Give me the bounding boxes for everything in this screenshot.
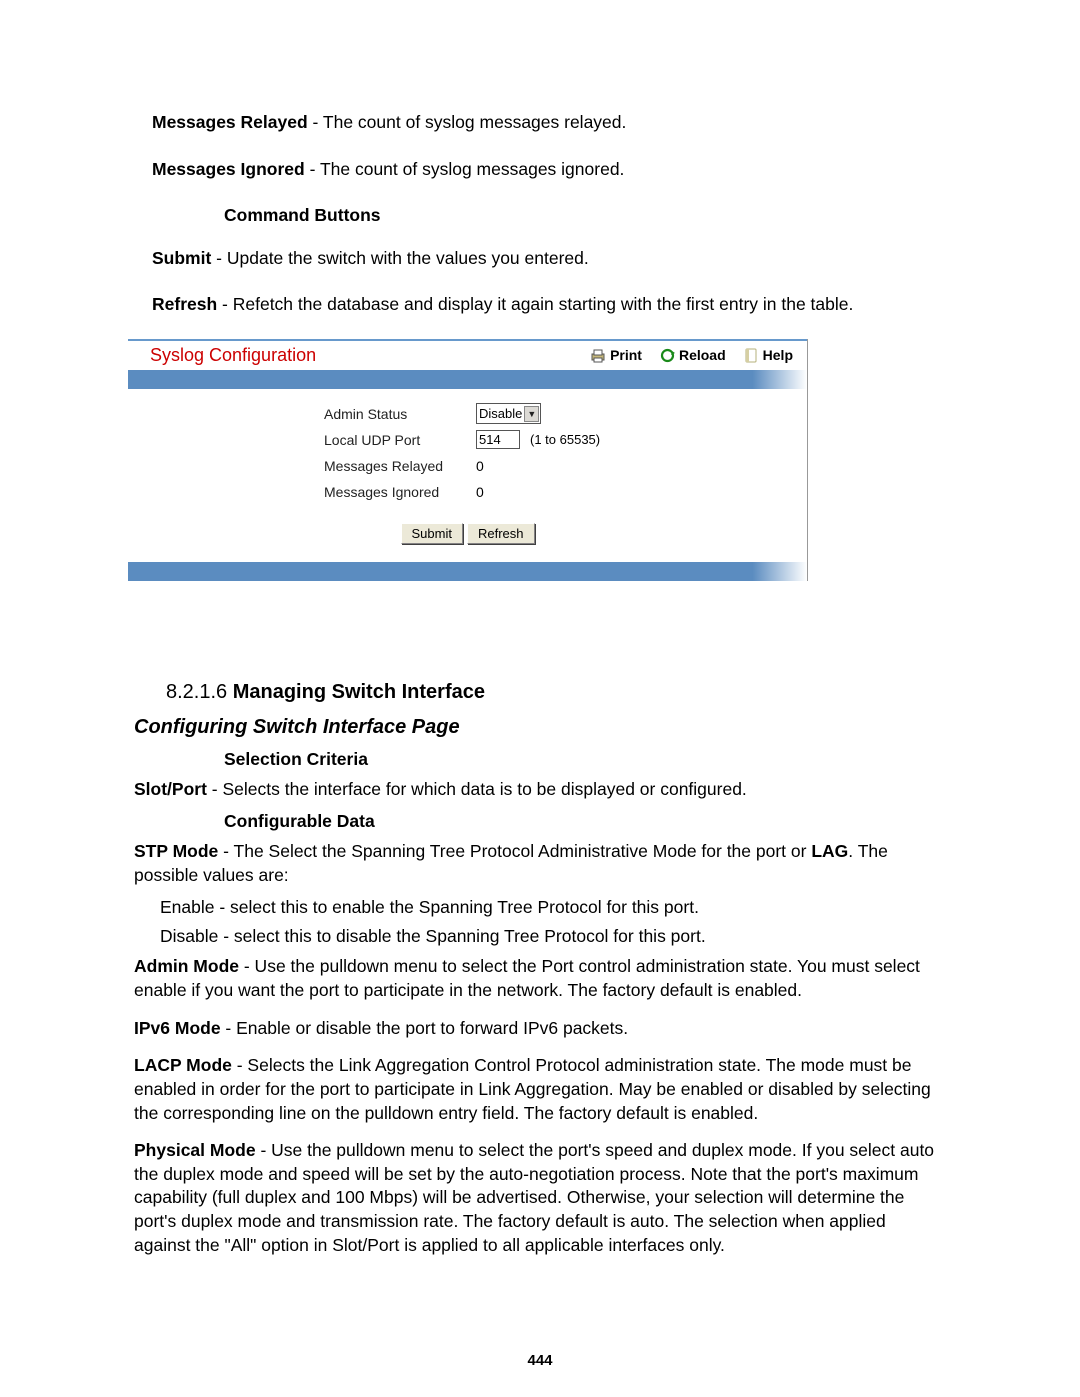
reload-button[interactable]: Reload xyxy=(660,347,726,363)
submit-button[interactable]: Submit xyxy=(401,523,463,544)
lacp-mode-def: LACP Mode - Selects the Link Aggregation… xyxy=(134,1054,946,1125)
term: Refresh xyxy=(152,294,217,314)
term: Physical Mode xyxy=(134,1140,256,1160)
messages-ignored-def: Messages Ignored - The count of syslog m… xyxy=(152,157,928,182)
admin-status-select[interactable]: Disable ▼ xyxy=(476,403,541,424)
selected-value: Disable xyxy=(479,406,524,421)
label: Admin Status xyxy=(324,406,476,422)
configurable-data-heading: Configurable Data xyxy=(224,811,946,832)
label: Help xyxy=(763,347,793,363)
syslog-config-screenshot: Syslog Configuration Print xyxy=(128,339,808,581)
label: Local UDP Port xyxy=(324,432,476,448)
term: Messages Ignored xyxy=(152,159,305,179)
divider xyxy=(128,370,807,389)
value: 0 xyxy=(476,458,484,474)
term: Slot/Port xyxy=(134,779,207,799)
stp-enable-line: Enable - select this to enable the Spann… xyxy=(160,897,946,918)
panel-title: Syslog Configuration xyxy=(150,345,316,366)
print-button[interactable]: Print xyxy=(590,347,642,363)
chevron-down-icon: ▼ xyxy=(524,406,539,422)
desc: - Selects the interface for which data i… xyxy=(207,779,747,799)
value: 0 xyxy=(476,484,484,500)
divider xyxy=(128,562,807,581)
reload-icon xyxy=(660,348,675,363)
help-button[interactable]: Help xyxy=(744,347,793,363)
term: Admin Mode xyxy=(134,956,239,976)
desc: - Use the pulldown menu to select the Po… xyxy=(134,956,920,1000)
desc: - Selects the Link Aggregation Control P… xyxy=(134,1055,931,1122)
term: Messages Relayed xyxy=(152,112,308,132)
term: STP Mode xyxy=(134,841,218,861)
messages-relayed-def: Messages Relayed - The count of syslog m… xyxy=(152,110,928,135)
section-number: 8.2.1.6 xyxy=(166,681,233,703)
refresh-button[interactable]: Refresh xyxy=(467,523,535,544)
stp-mode-def: STP Mode - The Select the Spanning Tree … xyxy=(134,840,946,887)
row-messages-ignored: Messages Ignored 0 xyxy=(128,479,807,505)
row-admin-status: Admin Status Disable ▼ xyxy=(128,401,807,427)
label: Messages Ignored xyxy=(324,484,476,500)
desc: - Enable or disable the port to forward … xyxy=(221,1018,629,1038)
row-messages-relayed: Messages Relayed 0 xyxy=(128,453,807,479)
page-number: 444 xyxy=(0,1352,1080,1369)
submit-def: Submit - Update the switch with the valu… xyxy=(152,246,928,271)
sub-heading: Configuring Switch Interface Page xyxy=(134,716,946,739)
section-heading: 8.2.1.6 Managing Switch Interface xyxy=(166,681,946,704)
row-udp-port: Local UDP Port 514 (1 to 65535) xyxy=(128,427,807,453)
desc: - Refetch the database and display it ag… xyxy=(217,294,853,314)
desc: - The count of syslog messages relayed. xyxy=(308,112,627,132)
term: Submit xyxy=(152,248,211,268)
label: Messages Relayed xyxy=(324,458,476,474)
stp-disable-line: Disable - select this to disable the Spa… xyxy=(160,926,946,947)
udp-port-input[interactable]: 514 xyxy=(476,430,520,449)
ipv6-mode-def: IPv6 Mode - Enable or disable the port t… xyxy=(134,1017,946,1041)
lag-term: LAG xyxy=(811,841,848,861)
slot-port-def: Slot/Port - Selects the interface for wh… xyxy=(134,778,946,802)
range-hint: (1 to 65535) xyxy=(520,432,600,447)
label: Reload xyxy=(679,347,726,363)
term: LACP Mode xyxy=(134,1055,232,1075)
label: Print xyxy=(610,347,642,363)
term: IPv6 Mode xyxy=(134,1018,221,1038)
command-buttons-heading: Command Buttons xyxy=(224,203,946,228)
print-icon xyxy=(590,348,606,363)
admin-mode-def: Admin Mode - Use the pulldown menu to se… xyxy=(134,955,946,1002)
section-title: Managing Switch Interface xyxy=(233,681,485,703)
desc: - Update the switch with the values you … xyxy=(211,248,588,268)
desc: - The Select the Spanning Tree Protocol … xyxy=(218,841,811,861)
refresh-def: Refresh - Refetch the database and displ… xyxy=(152,292,928,317)
help-icon xyxy=(744,348,759,363)
physical-mode-def: Physical Mode - Use the pulldown menu to… xyxy=(134,1139,946,1257)
panel-header: Syslog Configuration Print xyxy=(128,339,807,370)
selection-criteria-heading: Selection Criteria xyxy=(224,749,946,770)
desc: - The count of syslog messages ignored. xyxy=(305,159,625,179)
